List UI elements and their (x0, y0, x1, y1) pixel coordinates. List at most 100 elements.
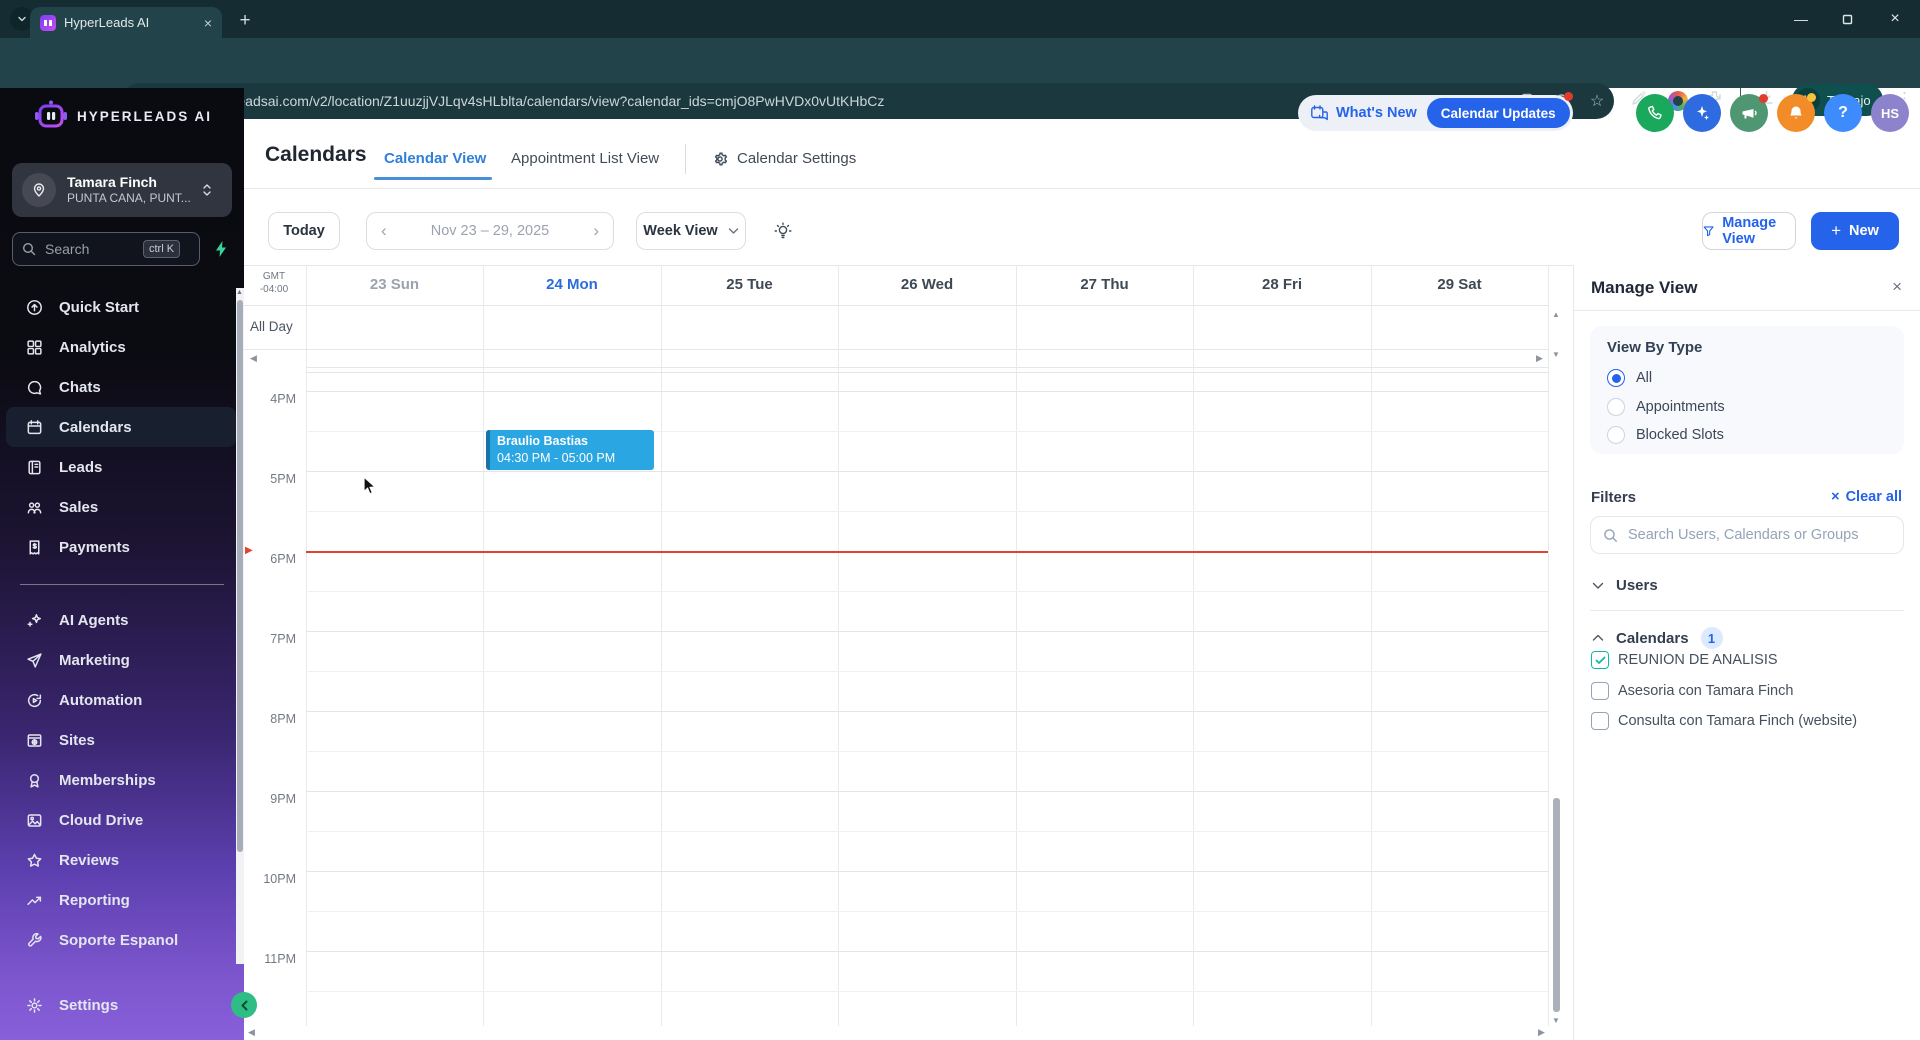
next-week-icon[interactable]: › (593, 221, 599, 241)
sidebar-item-calendars[interactable]: Calendars (6, 407, 236, 447)
radio-appointments[interactable]: Appointments (1607, 398, 1725, 416)
sidebar-item-memberships[interactable]: Memberships (6, 760, 236, 800)
sidebar-scroll-up-icon[interactable]: ▲ (236, 289, 243, 296)
sidebar-item-soporte-espanol[interactable]: Soporte Espanol (6, 920, 236, 960)
window-minimize-button[interactable]: — (1778, 0, 1824, 38)
quick-action-bolt-button[interactable] (208, 234, 234, 264)
hour-label: 9PM (270, 792, 296, 806)
sidebar-item-quick-start[interactable]: Quick Start (6, 287, 236, 327)
hour-label: 4PM (270, 392, 296, 406)
checkbox-icon[interactable] (1591, 712, 1609, 730)
sidebar-scrollbar-thumb[interactable] (237, 300, 243, 852)
scroll-right-icon[interactable]: ▶ (1536, 354, 1543, 363)
prev-week-icon[interactable]: ‹ (381, 221, 387, 241)
sidebar-item-leads[interactable]: Leads (6, 447, 236, 487)
tips-bulb-icon[interactable] (772, 220, 794, 242)
bookmark-star-icon[interactable]: ☆ (1580, 91, 1614, 111)
chat-bubble-icon (27, 380, 42, 395)
sidebar-item-analytics[interactable]: Analytics (6, 327, 236, 367)
radio-icon[interactable] (1607, 426, 1625, 444)
sidebar-item-cloud-drive[interactable]: Cloud Drive (6, 800, 236, 840)
calendar-updates-badge[interactable]: Calendar Updates (1426, 98, 1570, 128)
panel-title: Manage View (1591, 278, 1698, 297)
sidebar-item-marketing[interactable]: Marketing (6, 640, 236, 680)
clear-x-icon: × (1831, 489, 1840, 505)
calendars-section-label: Calendars (1616, 629, 1689, 647)
sidebar-divider (20, 584, 224, 585)
clear-all-button[interactable]: × Clear all (1831, 489, 1902, 505)
grid-scroll-left-icon[interactable]: ◀ (248, 1028, 255, 1037)
header-border (244, 188, 1920, 189)
sidebar-search[interactable]: ctrl K (12, 232, 200, 266)
window-maximize-button[interactable] (1824, 0, 1870, 38)
calendar-filter-reunion-de-analisis[interactable]: REUNION DE ANALISIS (1591, 651, 1778, 669)
day-header-wed[interactable]: 26 Wed (838, 265, 1016, 305)
sidebar-item-sites[interactable]: Sites (6, 720, 236, 760)
day-header-sun[interactable]: 23 Sun (306, 265, 483, 305)
tab-calendar-view[interactable]: Calendar View (384, 150, 486, 167)
notifications-button[interactable] (1777, 93, 1816, 132)
day-header-thu[interactable]: 27 Thu (1016, 265, 1193, 305)
gear-icon (27, 997, 42, 1013)
window-close-button[interactable]: × (1870, 0, 1920, 38)
date-range-picker[interactable]: ‹ Nov 23 – 29, 2025 › (366, 212, 614, 250)
browser-tab[interactable]: HyperLeads AI × (30, 7, 222, 38)
radio-blocked-slots[interactable]: Blocked Slots (1607, 426, 1724, 444)
marketing-icon (27, 652, 42, 668)
grid-scroll-down-icon[interactable]: ▼ (1552, 350, 1560, 359)
panel-search-input[interactable] (1626, 526, 1880, 544)
checkbox-checked-icon[interactable] (1591, 651, 1609, 669)
tab-calendar-settings[interactable]: Calendar Settings (712, 150, 856, 167)
today-button[interactable]: Today (268, 212, 340, 250)
calendars-section-toggle[interactable]: Calendars 1 (1592, 627, 1723, 649)
calendar-event[interactable]: Braulio Bastias 04:30 PM - 05:00 PM (486, 430, 654, 470)
sidebar-item-reviews[interactable]: Reviews (6, 840, 236, 880)
sidebar-item-settings[interactable]: Settings (6, 985, 236, 1025)
sidebar-item-payments[interactable]: Payments (6, 527, 236, 567)
radio-selected-icon[interactable] (1607, 369, 1625, 387)
chevron-down-icon (1592, 582, 1604, 589)
tab-close-icon[interactable]: × (202, 15, 214, 31)
users-section-toggle[interactable]: Users (1592, 577, 1658, 594)
sidebar-item-automation[interactable]: Automation (6, 680, 236, 720)
new-tab-button[interactable]: + (232, 8, 258, 34)
sidebar-collapse-button[interactable] (231, 992, 257, 1018)
radio-icon[interactable] (1607, 398, 1625, 416)
grid-scroll-right-icon[interactable]: ▶ (1538, 1028, 1545, 1037)
search-icon (1604, 528, 1618, 542)
view-select[interactable]: Week View (636, 212, 746, 250)
ai-sparkle-button[interactable] (1683, 94, 1721, 132)
announcements-button[interactable] (1730, 94, 1768, 132)
panel-search[interactable] (1590, 516, 1904, 554)
whats-new-group[interactable]: What's New Calendar Updates (1298, 92, 1573, 131)
sidebar-item-ai-agents[interactable]: AI Agents (6, 600, 236, 640)
user-avatar[interactable]: HS (1871, 94, 1909, 132)
radio-all[interactable]: All (1607, 369, 1652, 387)
tab-appointment-list-view[interactable]: Appointment List View (511, 150, 659, 167)
checkbox-icon[interactable] (1591, 682, 1609, 700)
sidebar-item-label: Leads (59, 458, 103, 476)
day-header-fri[interactable]: 28 Fri (1193, 265, 1371, 305)
location-switcher[interactable]: Tamara Finch PUNTA CANA, PUNT... (12, 163, 232, 217)
sidebar-search-input[interactable] (43, 240, 139, 258)
help-button[interactable]: ? (1824, 94, 1862, 132)
day-header-sat[interactable]: 29 Sat (1371, 265, 1548, 305)
grid-scroll-up-icon[interactable]: ▲ (1552, 310, 1560, 319)
calendar-filter-consulta[interactable]: Consulta con Tamara Finch (website) (1591, 712, 1857, 730)
manage-view-button[interactable]: Manage View (1702, 212, 1796, 250)
day-header-tue[interactable]: 25 Tue (661, 265, 838, 305)
shortcut-badge: ctrl K (143, 240, 181, 258)
sidebar-item-sales[interactable]: Sales (6, 487, 236, 527)
sidebar-item-label: Sites (59, 731, 95, 749)
panel-close-icon[interactable]: × (1892, 277, 1902, 297)
day-header-mon-today[interactable]: 24 Mon (483, 265, 661, 305)
sidebar-item-reporting[interactable]: Reporting (6, 880, 236, 920)
calendar-filter-asesoria[interactable]: Asesoria con Tamara Finch (1591, 682, 1793, 700)
manage-view-label: Manage View (1722, 215, 1777, 247)
sidebar-item-chats[interactable]: Chats (6, 367, 236, 407)
new-button[interactable]: + New (1811, 212, 1899, 250)
grid-vscrollbar-thumb[interactable] (1553, 798, 1560, 1012)
scroll-left-icon[interactable]: ◀ (250, 354, 257, 363)
phone-button[interactable] (1636, 94, 1674, 132)
grid-scroll-down-icon[interactable]: ▼ (1552, 1016, 1560, 1025)
